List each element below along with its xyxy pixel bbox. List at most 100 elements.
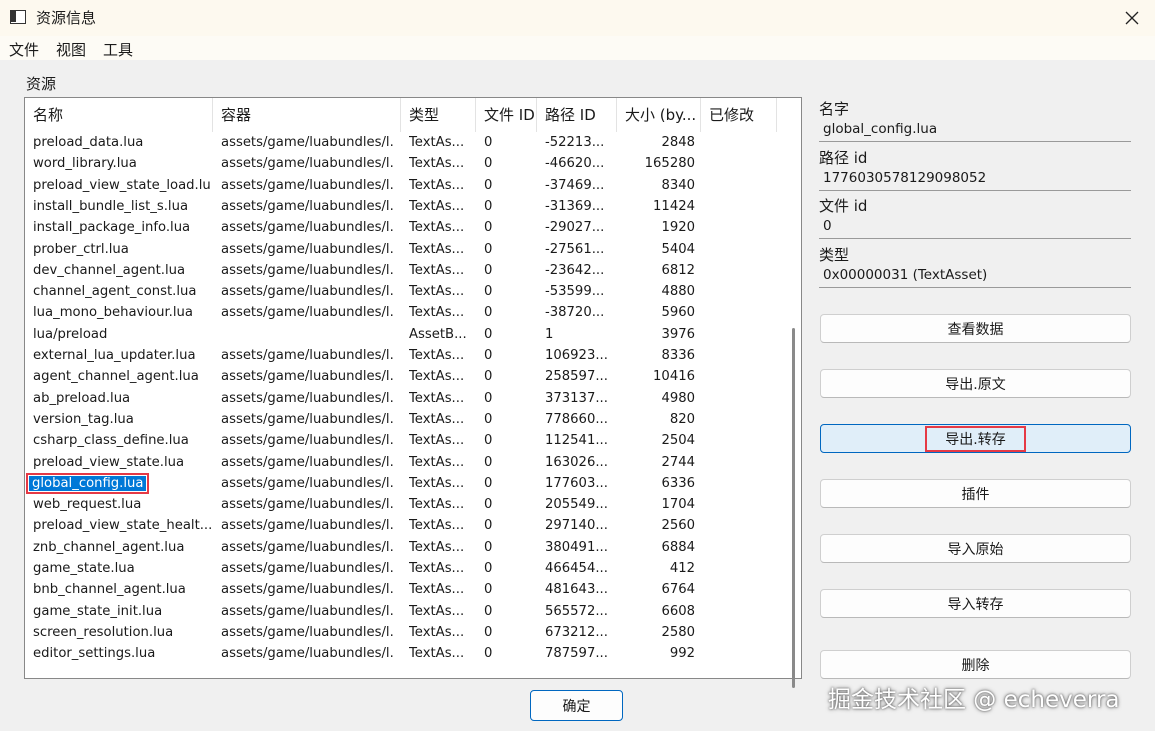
table-row[interactable]: web_request.lua assets/game/luabundles/l.… [25, 494, 787, 515]
import-dump-button[interactable]: 导入转存 [820, 589, 1131, 618]
ok-button[interactable]: 确定 [530, 690, 623, 721]
cell-size: 2580 [661, 624, 695, 640]
cell-path-id: 258597... [545, 369, 608, 385]
cell-size: 11424 [653, 198, 695, 214]
cell-size: 992 [669, 646, 695, 662]
cell-size: 6812 [661, 262, 695, 278]
cell-name: screen_resolution.lua [33, 624, 174, 640]
cell-container: assets/game/luabundles/l... [221, 646, 393, 662]
cell-type: TextAs... [409, 198, 465, 214]
table-row[interactable]: version_tag.lua assets/game/luabundles/l.… [25, 409, 787, 430]
table-row[interactable]: prober_ctrl.lua assets/game/luabundles/l.… [25, 239, 787, 260]
column-header-container[interactable]: 容器 [213, 98, 401, 132]
cell-file-id: 0 [484, 624, 493, 640]
cell-type: TextAs... [409, 497, 465, 513]
table-row[interactable]: install_package_info.lua assets/game/luab… [25, 217, 787, 238]
table-row[interactable]: word_library.lua assets/game/luabundles/l… [25, 153, 787, 174]
cell-file-id: 0 [484, 241, 493, 257]
table-row[interactable]: screen_resolution.lua assets/game/luabund… [25, 622, 787, 643]
table-row[interactable]: znb_channel_agent.lua assets/game/luabund… [25, 537, 787, 558]
export-raw-button[interactable]: 导出.原文 [820, 369, 1131, 398]
cell-container: assets/game/luabundles/l... [221, 390, 393, 406]
cell-file-id: 0 [484, 348, 493, 363]
cell-container: assets/game/luabundles/l... [221, 454, 393, 470]
file-id-field[interactable]: 0 [819, 215, 1131, 239]
cell-name: channel_agent_const.lua [33, 284, 197, 300]
table-row[interactable]: dev_channel_agent.lua assets/game/luabund… [25, 260, 787, 281]
cell-path-id: -23642... [545, 262, 605, 278]
table-row[interactable]: preload_view_state_healt... assets/game/l… [25, 515, 787, 536]
export-dump-button[interactable]: 导出.转存 [820, 424, 1131, 453]
cell-container: assets/game/luabundles/l... [221, 539, 393, 555]
column-header-modified[interactable]: 已修改 [701, 98, 777, 132]
cell-type: TextAs... [409, 624, 465, 640]
watermark: 掘金技术社区 @ echeverra [828, 687, 1120, 713]
import-raw-button[interactable]: 导入原始 [820, 534, 1131, 563]
cell-name: global_config.lua [25, 472, 207, 494]
cell-path-id: 778660... [545, 411, 608, 427]
table-row[interactable]: preload_view_state.lua assets/game/luabun… [25, 452, 787, 473]
cell-type: TextAs... [409, 177, 465, 193]
scrollbar-thumb[interactable] [792, 328, 795, 688]
cell-type: TextAs... [409, 561, 465, 576]
cell-size: 2848 [661, 135, 695, 150]
cell-size: 8336 [661, 348, 695, 363]
type-field[interactable]: 0x00000031 (TextAsset) [819, 264, 1131, 288]
table-row[interactable]: preload_view_state_load.lua assets/game/l… [25, 175, 787, 196]
table-row[interactable]: channel_agent_const.lua assets/game/luabu… [25, 281, 787, 302]
delete-button[interactable]: 删除 [820, 650, 1131, 679]
column-header-file-id[interactable]: 文件 ID [476, 98, 537, 132]
cell-path-id: 205549... [545, 497, 608, 513]
cell-name: editor_settings.lua [33, 646, 156, 662]
view-data-button[interactable]: 查看数据 [820, 314, 1131, 343]
table-row[interactable]: lua/preload AssetB... 0 1 3976 [25, 324, 787, 345]
cell-container: assets/game/luabundles/l... [221, 177, 393, 193]
cell-name: preload_view_state_healt... [33, 518, 211, 534]
column-header-type[interactable]: 类型 [401, 98, 476, 132]
menu-file[interactable]: 文件 [9, 39, 39, 60]
table-row[interactable]: bnb_channel_agent.lua assets/game/luabund… [25, 579, 787, 600]
table-row[interactable]: game_state.lua assets/game/luabundles/l..… [25, 558, 787, 579]
column-header-size[interactable]: 大小 (by... [617, 98, 701, 132]
table-row[interactable]: agent_channel_agent.lua assets/game/luabu… [25, 366, 787, 387]
cell-name: install_bundle_list_s.lua [33, 198, 189, 214]
plugins-button[interactable]: 插件 [820, 479, 1131, 508]
table-row[interactable]: game_state_init.lua assets/game/luabundle… [25, 601, 787, 622]
cell-type: TextAs... [409, 582, 465, 598]
table-row[interactable]: csharp_class_define.lua assets/game/luabu… [25, 430, 787, 451]
table-row[interactable]: lua_mono_behaviour.lua assets/game/luabun… [25, 302, 787, 323]
name-field[interactable]: global_config.lua [819, 118, 1131, 142]
close-button[interactable] [1109, 0, 1155, 36]
window-title: 资源信息 [36, 9, 97, 27]
cell-size: 5960 [661, 305, 695, 321]
table-row[interactable]: ab_preload.lua assets/game/luabundles/l..… [25, 388, 787, 409]
column-header-path-id[interactable]: 路径 ID [537, 98, 617, 132]
menu-view[interactable]: 视图 [56, 39, 86, 60]
cell-type: TextAs... [409, 539, 465, 555]
cell-name: version_tag.lua [33, 411, 134, 427]
cell-size: 2560 [661, 518, 695, 534]
vertical-scrollbar[interactable] [787, 132, 801, 688]
table-row[interactable]: editor_settings.lua assets/game/luabundle… [25, 643, 787, 664]
cell-name: word_library.lua [33, 156, 137, 172]
table-row[interactable]: global_config.lua assets/game/luabundles/… [25, 472, 787, 494]
cell-file-id: 0 [484, 539, 493, 555]
table-row[interactable]: install_bundle_list_s.lua assets/game/lua… [25, 196, 787, 217]
cell-file-id: 0 [484, 262, 493, 278]
menu-tools[interactable]: 工具 [103, 39, 133, 60]
column-header-name[interactable]: 名称 [25, 98, 213, 132]
cell-container: assets/game/luabundles/l... [221, 284, 393, 300]
selected-item-label: global_config.lua [25, 472, 150, 494]
cell-container: assets/game/luabundles/l... [221, 497, 393, 513]
cell-path-id: -31369... [545, 198, 605, 214]
table-row[interactable]: external_lua_updater.lua assets/game/luab… [25, 345, 787, 366]
cell-path-id: 297140... [545, 518, 608, 534]
table-row[interactable]: preload_data.lua assets/game/luabundles/l… [25, 132, 787, 153]
cell-file-id: 0 [484, 433, 493, 449]
cell-file-id: 0 [484, 284, 493, 300]
cell-type: TextAs... [409, 454, 465, 470]
cell-path-id: 177603... [545, 475, 608, 491]
asset-list[interactable]: 名称 容器 类型 文件 ID 路径 ID 大小 (by... 已修改 prelo… [24, 97, 802, 688]
cell-container: assets/game/luabundles/l... [221, 262, 393, 278]
path-id-field[interactable]: 1776030578129098052 [819, 167, 1131, 191]
